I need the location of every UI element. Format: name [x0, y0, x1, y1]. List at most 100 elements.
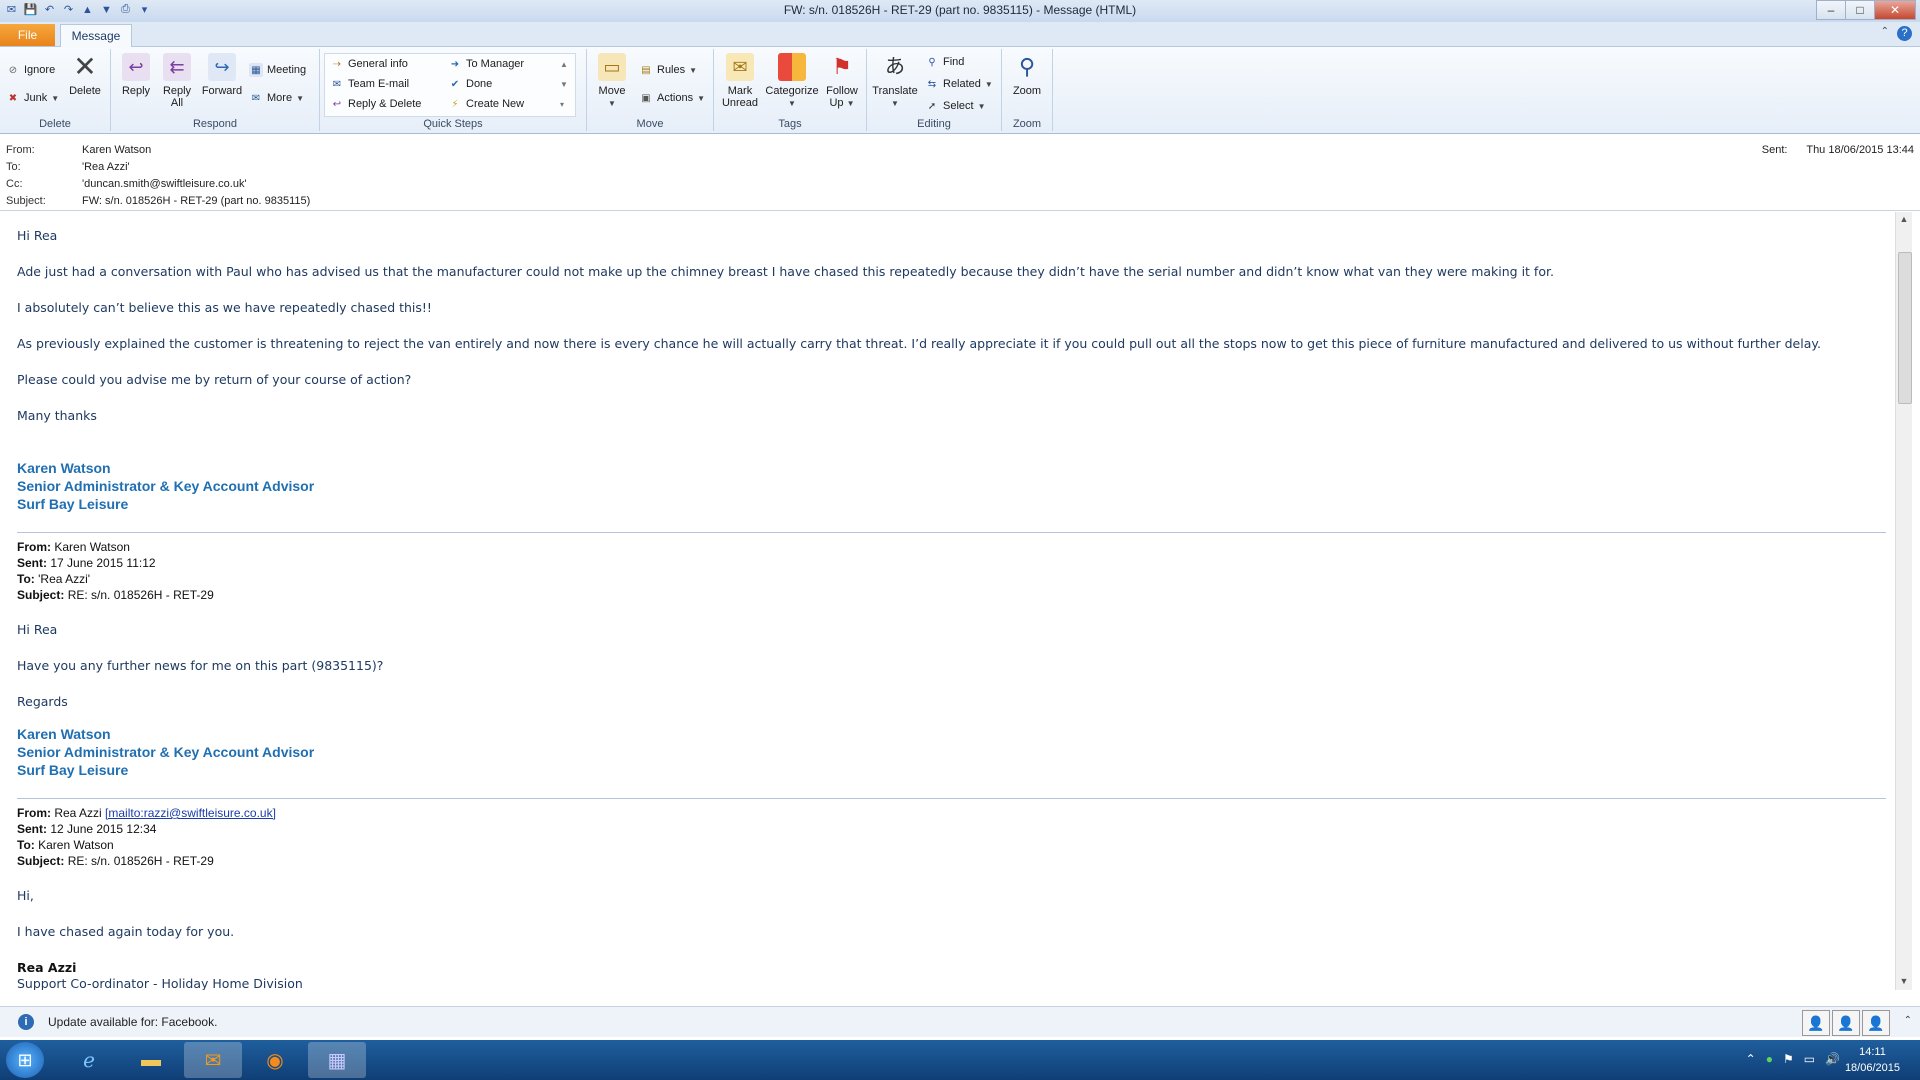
signature-title: Senior Administrator & Key Account Advis…	[17, 478, 315, 494]
meeting-button[interactable]: ▦ Meeting	[249, 61, 306, 79]
quickstep-done[interactable]: ✔ Done	[448, 75, 493, 93]
calendar-icon: ▦	[249, 63, 263, 77]
person-icon[interactable]: 👤	[1832, 1010, 1860, 1036]
status-green-icon[interactable]: ●	[1766, 1052, 1773, 1066]
quoted-paragraph: Have you any further news for me on this…	[17, 658, 384, 673]
categorize-button[interactable]: Categorize ▼	[764, 53, 820, 110]
quick-steps-scroll-icon[interactable]: ▲ ▼ ▾	[560, 55, 568, 115]
body-paragraph: Please could you advise me by return of …	[17, 372, 412, 387]
mailto-link[interactable]: [mailto:razzi@swiftleisure.co.uk]	[105, 806, 276, 820]
rules-button[interactable]: ▤ Rules ▼	[639, 61, 697, 79]
scroll-up-icon[interactable]: ▲	[1898, 214, 1910, 226]
quickstep-reply-delete[interactable]: ↩ Reply & Delete	[330, 95, 422, 113]
info-bar-text[interactable]: Update available for: Facebook.	[48, 1015, 217, 1029]
start-button[interactable]: ⊞	[6, 1042, 44, 1078]
volume-icon[interactable]: 🔊	[1825, 1052, 1840, 1066]
reply-delete-label: Reply & Delete	[348, 98, 422, 110]
forward-button[interactable]: ↪ Forward	[199, 53, 245, 97]
quickstep-general-info[interactable]: ⇢ General info	[330, 55, 408, 73]
tab-message[interactable]: Message	[60, 24, 132, 47]
quoted-sent-2: Sent: 12 June 2015 12:34	[17, 822, 156, 836]
collapse-ribbon-icon[interactable]: ⌃	[1881, 26, 1889, 41]
file-explorer-icon[interactable]: ▬	[122, 1042, 180, 1078]
quickstep-create-new[interactable]: ⚡ Create New	[448, 95, 524, 113]
delete-button[interactable]: ✕ Delete	[64, 53, 106, 98]
actions-button[interactable]: ▣ Actions ▼	[639, 89, 705, 107]
move-group: ▭ Move ▼ ▤ Rules ▼ ▣ Actions ▼ Move	[587, 49, 714, 131]
ignore-button[interactable]: ⊘ Ignore	[6, 61, 55, 79]
actions-label: Actions	[657, 92, 694, 104]
outlook-taskbar-icon[interactable]: ✉	[184, 1042, 242, 1078]
cc-value[interactable]: 'duncan.smith@swiftleisure.co.uk'	[82, 178, 247, 194]
close-button[interactable]: ✕	[1874, 0, 1916, 20]
signature-name: Karen Watson	[17, 460, 111, 476]
quoted-to-2: To: Karen Watson	[17, 838, 114, 852]
vertical-scrollbar[interactable]: ▲ ▼	[1895, 212, 1912, 990]
delete-group: ⊘ Ignore ✖ Junk ▼ ✕ Delete Delete	[0, 49, 111, 131]
show-hidden-icons-icon[interactable]: ⌃	[1746, 1052, 1756, 1066]
junk-button[interactable]: ✖ Junk ▼	[6, 89, 59, 107]
quoted-to-value: Karen Watson	[38, 838, 114, 852]
internet-explorer-icon[interactable]: ℯ	[60, 1042, 118, 1078]
scroll-thumb[interactable]	[1898, 252, 1912, 404]
clock-date: 18/06/2015	[1844, 1062, 1900, 1074]
network-icon[interactable]: ▭	[1804, 1052, 1815, 1066]
select-label: Select	[943, 100, 974, 112]
quickstep-to-manager[interactable]: ➜ To Manager	[448, 55, 524, 73]
junk-label: Junk	[24, 92, 48, 104]
reply-all-button[interactable]: ⇇ Reply All	[157, 53, 197, 109]
action-center-flag-icon[interactable]: ⚑	[1783, 1052, 1794, 1066]
body-paragraph: I absolutely can’t believe this as we ha…	[17, 300, 432, 315]
ribbon: ⊘ Ignore ✖ Junk ▼ ✕ Delete Delete ↩ Repl…	[0, 47, 1920, 134]
follow-up-dropdown-icon: ▼	[846, 99, 855, 108]
person-icon[interactable]: 👤	[1802, 1010, 1830, 1036]
ribbon-right-controls: ⌃ ?	[1881, 26, 1912, 41]
to-value[interactable]: 'Rea Azzi'	[82, 161, 130, 177]
firefox-icon[interactable]: ◉	[246, 1042, 304, 1078]
mark-unread-button[interactable]: ✉ Mark Unread	[718, 53, 762, 109]
minimize-button[interactable]: –	[1816, 0, 1846, 20]
related-dropdown-icon: ▼	[984, 79, 993, 89]
forward-icon: ↪	[208, 53, 236, 81]
tab-file[interactable]: File	[0, 24, 55, 46]
move-button[interactable]: ▭ Move ▼	[591, 53, 633, 110]
expand-people-pane-icon[interactable]: ⌃	[1904, 1015, 1912, 1026]
respond-group-label: Respond	[192, 118, 238, 130]
calendar-app-icon[interactable]: ▦	[308, 1042, 366, 1078]
rules-label: Rules	[657, 64, 686, 76]
quickstep-team-email[interactable]: ✉ Team E-mail	[330, 75, 409, 93]
forward-label: Forward	[201, 85, 243, 97]
related-button[interactable]: ⇆ Related ▼	[925, 75, 993, 93]
follow-up-button[interactable]: ⚑ Follow Up ▼	[820, 53, 864, 110]
related-label: Related	[943, 78, 981, 90]
cc-label: Cc:	[6, 178, 23, 190]
find-button[interactable]: ⚲ Find	[925, 53, 964, 71]
people-pane: 👤 👤 👤	[1802, 1010, 1890, 1036]
scroll-down-icon[interactable]: ▼	[1898, 976, 1910, 988]
from-value[interactable]: Karen Watson	[82, 144, 151, 160]
clock[interactable]: 14:11 18/06/2015	[1845, 1044, 1900, 1076]
message-header: From: Karen Watson To: 'Rea Azzi' Cc: 'd…	[0, 134, 1920, 211]
translate-button[interactable]: あ Translate ▼	[871, 53, 919, 110]
zoom-button[interactable]: ⚲ Zoom	[1006, 53, 1048, 98]
reply-button[interactable]: ↩ Reply	[115, 53, 157, 97]
delete-label: Delete	[69, 85, 101, 97]
delete-group-label: Delete	[39, 118, 71, 130]
help-icon[interactable]: ?	[1897, 26, 1912, 41]
quoted-sent-value: 12 June 2015 12:34	[50, 822, 157, 836]
translate-label: Translate	[872, 85, 918, 97]
lightning-icon: ⚡	[451, 98, 459, 110]
flag-icon: ⚑	[832, 54, 852, 79]
title-bar: ✉ 💾 ↶ ↷ ▲ ▼ ⎙ ▾ FW: s/n. 018526H - RET-2…	[0, 0, 1920, 23]
rules-icon: ▤	[641, 64, 651, 76]
maximize-button[interactable]: □	[1845, 0, 1875, 20]
select-button[interactable]: ➚ Select ▼	[925, 97, 986, 115]
person-icon[interactable]: 👤	[1862, 1010, 1890, 1036]
more-respond-button[interactable]: ✉ More ▼	[249, 89, 304, 107]
to-label: To:	[6, 161, 21, 173]
tags-group-label: Tags	[778, 118, 802, 130]
message-body[interactable]: Hi Rea Ade just had a conversation with …	[0, 212, 1896, 990]
quoted-to-label: To:	[17, 572, 35, 586]
actions-icon: ▣	[641, 92, 651, 104]
select-dropdown-icon: ▼	[977, 101, 986, 111]
